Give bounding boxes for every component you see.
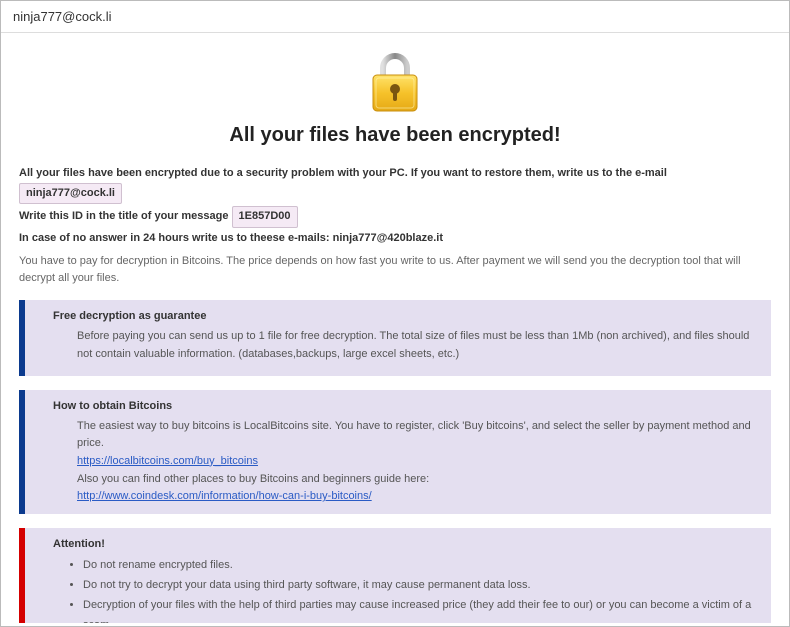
attention-list: Do not rename encrypted files. Do not tr… xyxy=(77,556,757,623)
block-attention: Attention! Do not rename encrypted files… xyxy=(19,528,771,623)
block3-title: Attention! xyxy=(53,538,757,550)
link-coindesk[interactable]: http://www.coindesk.com/information/how-… xyxy=(77,490,372,502)
window-titlebar: ninja777@cock.li xyxy=(1,1,789,33)
block1-title: Free decryption as guarantee xyxy=(53,310,757,322)
intro-line3: In case of no answer in 24 hours write u… xyxy=(19,232,333,244)
block-obtain-bitcoins: How to obtain Bitcoins The easiest way t… xyxy=(19,390,771,515)
id-chip: 1E857D00 xyxy=(232,206,298,228)
block2-text1: The easiest way to buy bitcoins is Local… xyxy=(77,418,757,453)
block1-text: Before paying you can send us up to 1 fi… xyxy=(77,328,757,363)
payment-note: You have to pay for decryption in Bitcoi… xyxy=(19,253,771,286)
block2-title: How to obtain Bitcoins xyxy=(53,400,757,412)
link-localbitcoins[interactable]: https://localbitcoins.com/buy_bitcoins xyxy=(77,455,258,467)
intro-line2: Write this ID in the title of your messa… xyxy=(19,210,232,222)
email-chip-1: ninja777@cock.li xyxy=(19,183,122,205)
list-item: Do not rename encrypted files. xyxy=(83,556,757,576)
list-item: Do not try to decrypt your data using th… xyxy=(83,576,757,596)
intro-line1: All your files have been encrypted due t… xyxy=(19,167,667,179)
lock-icon xyxy=(367,51,423,116)
email-2: ninja777@420blaze.it xyxy=(333,232,443,244)
page-heading: All your files have been encrypted! xyxy=(19,124,771,147)
block2-text2: Also you can find other places to buy Bi… xyxy=(77,471,757,489)
window-title: ninja777@cock.li xyxy=(13,9,111,24)
intro-text: All your files have been encrypted due t… xyxy=(19,165,771,247)
block-free-decryption: Free decryption as guarantee Before payi… xyxy=(19,300,771,375)
content-pane: pcrisk.com xyxy=(1,33,789,623)
lock-icon-wrapper xyxy=(19,51,771,116)
list-item: Decryption of your files with the help o… xyxy=(83,596,757,623)
